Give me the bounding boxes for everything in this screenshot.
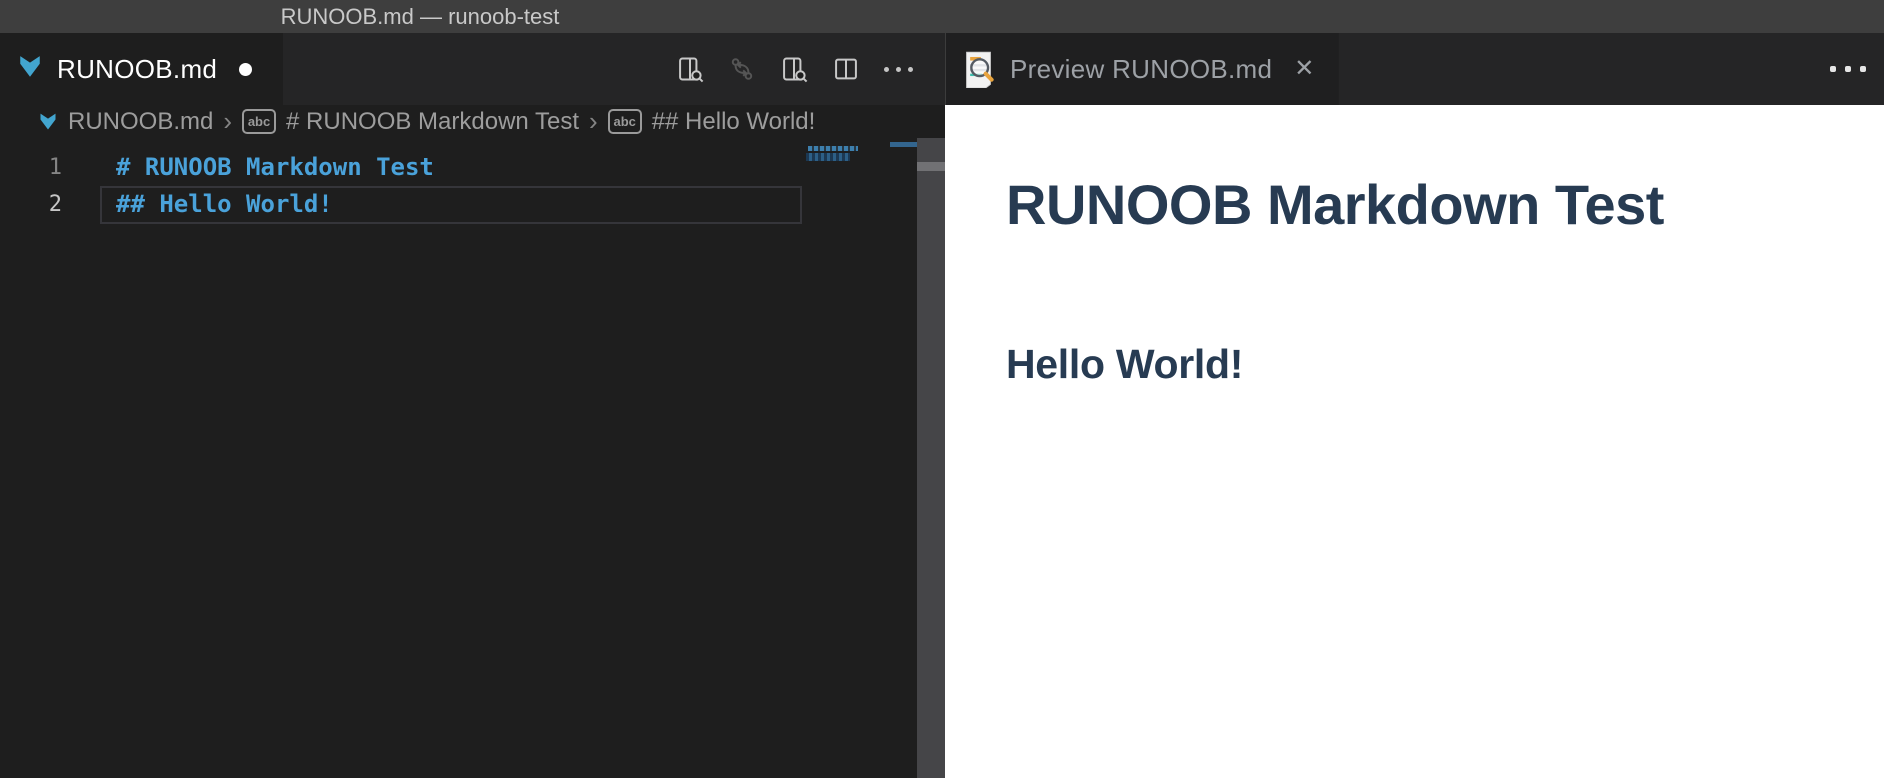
vscode-window: RUNOOB.md — runoob-test RUNOOB.md [0, 0, 1884, 778]
open-changes-icon[interactable] [728, 55, 756, 83]
line-number-2: 2 [0, 186, 62, 223]
code-editor[interactable]: 1 2 # RUNOOB Markdown Test ## Hello Worl… [0, 138, 945, 778]
markdown-preview-icon [963, 51, 994, 88]
editor-vertical-scrollbar[interactable] [917, 138, 945, 778]
window-title: RUNOOB.md — runoob-test [281, 0, 560, 33]
more-actions-icon[interactable] [884, 55, 912, 83]
preview-tab-bar: Preview RUNOOB.md ✕ [945, 33, 1884, 105]
breadcrumb-heading-1[interactable]: # RUNOOB Markdown Test [286, 108, 579, 136]
code-line-1[interactable]: # RUNOOB Markdown Test [116, 149, 434, 186]
tab-label: RUNOOB.md [57, 54, 217, 85]
breadcrumb: RUNOOB.md › abc # RUNOOB Markdown Test ›… [0, 105, 945, 138]
editor-actions [676, 33, 912, 105]
workbench: RUNOOB.md [0, 33, 1884, 778]
breadcrumb-separator-icon: › [223, 106, 232, 137]
overview-ruler-cursor-marker [890, 142, 917, 147]
code-line-2[interactable]: ## Hello World! [116, 186, 333, 223]
preview-heading-1: RUNOOB Markdown Test [1006, 171, 1844, 238]
minimap-line-1 [808, 146, 858, 151]
preview-tab-label: Preview RUNOOB.md [1010, 54, 1272, 85]
breadcrumb-separator-icon: › [589, 106, 598, 137]
minimap[interactable] [806, 146, 860, 161]
markdown-preview-content: RUNOOB Markdown Test Hello World! [945, 105, 1884, 778]
editor-group: RUNOOB.md [0, 33, 945, 778]
preview-heading-2: Hello World! [1006, 340, 1844, 389]
preview-group: Preview RUNOOB.md ✕ RUNOOB Markdown Test… [945, 33, 1884, 778]
symbol-string-icon: abc [242, 109, 276, 134]
open-preview-to-side-icon[interactable] [676, 55, 704, 83]
markdown-file-icon [17, 54, 43, 85]
symbol-string-icon: abc [608, 109, 642, 134]
open-preview-icon[interactable] [780, 55, 808, 83]
more-actions-icon[interactable] [1830, 33, 1866, 105]
title-bar: RUNOOB.md — runoob-test [0, 0, 1884, 33]
breadcrumb-heading-2[interactable]: ## Hello World! [652, 108, 816, 136]
tab-preview-runoob-md[interactable]: Preview RUNOOB.md ✕ [946, 33, 1339, 105]
scrollbar-slider-highlight [917, 162, 945, 171]
tab-runoob-md[interactable]: RUNOOB.md [0, 33, 283, 105]
close-icon[interactable]: ✕ [1294, 57, 1314, 81]
editor-tab-bar: RUNOOB.md [0, 33, 945, 105]
line-number-1: 1 [0, 149, 62, 186]
split-editor-icon[interactable] [832, 55, 860, 83]
modified-dot-icon[interactable] [239, 63, 252, 76]
markdown-file-icon [38, 112, 58, 132]
breadcrumb-file[interactable]: RUNOOB.md [68, 108, 213, 136]
minimap-line-2-highlight [806, 153, 850, 161]
